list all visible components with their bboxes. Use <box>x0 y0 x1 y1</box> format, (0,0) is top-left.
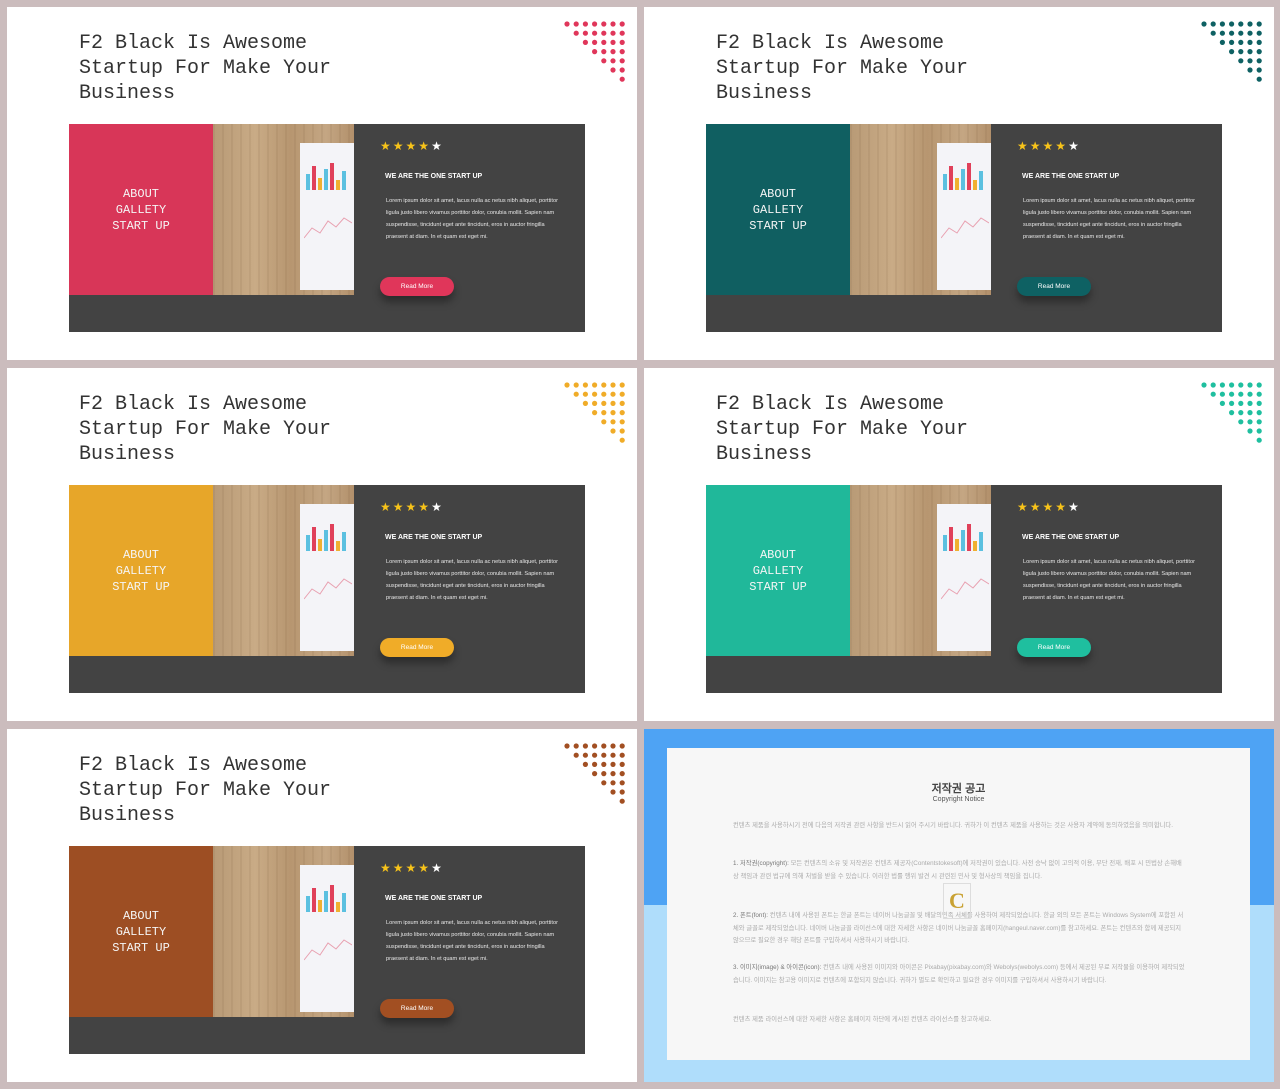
dot-pattern-decoration <box>1201 382 1262 443</box>
star-icon: ★ <box>418 861 432 875</box>
rating-stars: ★★★★★ <box>380 500 444 514</box>
panel-body: Lorem ipsum dolor sit amet, lacus nulla … <box>1023 559 1195 601</box>
chart-paper-image <box>300 504 354 651</box>
copyright-title: 저작권 공고 <box>931 783 986 795</box>
star-icon: ★ <box>380 139 393 153</box>
star-icon: ★ <box>392 861 406 875</box>
slide-title: F2 Black Is Awesome Startup For Make You… <box>716 393 969 466</box>
wood-desk-photo <box>213 124 354 295</box>
about-block: ABOUT GALLETY START UP <box>706 124 850 295</box>
copyright-footer: 컨텐츠 제품 라이선스에 대한 자세한 사항은 홈페이지 하단에 게시된 컨텐츠… <box>733 1016 992 1023</box>
copyright-slide[interactable]: 저작권 공고 Copyright Notice 컨텐츠 제품을 사용하시기 전에… <box>644 729 1274 1082</box>
rating-stars: ★★★★★ <box>380 861 444 875</box>
wood-desk-photo <box>850 124 991 295</box>
copyright-panel: 저작권 공고 Copyright Notice 컨텐츠 제품을 사용하시기 전에… <box>667 748 1250 1060</box>
rating-stars: ★★★★★ <box>1017 139 1081 153</box>
star-icon: ★ <box>1042 500 1056 514</box>
panel-heading: WE ARE THE ONE START UP <box>385 895 483 902</box>
wood-desk-photo <box>213 485 354 656</box>
panel-heading: WE ARE THE ONE START UP <box>385 173 483 180</box>
star-icon: ★ <box>1017 139 1030 153</box>
star-icon: ★ <box>1017 500 1030 514</box>
item-text: 모든 컨텐츠의 소유 및 저작권은 컨텐츠 제공자(Contentstokeso… <box>733 860 1182 880</box>
star-icon: ★ <box>431 139 444 153</box>
item-label: 2. 폰트(font): <box>733 912 769 919</box>
content-panel: ★★★★★ WE ARE THE ONE START UP Lorem ipsu… <box>354 485 585 693</box>
read-more-button[interactable]: Read More <box>380 638 454 657</box>
logo: C <box>943 883 971 919</box>
dot-pattern-decoration <box>564 743 625 804</box>
star-icon: ★ <box>392 500 406 514</box>
star-icon: ★ <box>1029 139 1043 153</box>
star-icon: ★ <box>1068 500 1081 514</box>
star-icon: ★ <box>431 861 444 875</box>
copyright-intro: 컨텐츠 제품을 사용하시기 전에 다음의 저작권 관련 사항을 반드시 읽어 주… <box>733 822 1173 829</box>
dot-pattern-decoration <box>564 21 625 82</box>
content-panel: ★★★★★ WE ARE THE ONE START UP Lorem ipsu… <box>354 124 585 332</box>
chart-paper-image <box>937 504 991 651</box>
content-panel: ★★★★★ WE ARE THE ONE START UP Lorem ipsu… <box>991 124 1222 332</box>
rating-stars: ★★★★★ <box>1017 500 1081 514</box>
read-more-button[interactable]: Read More <box>380 277 454 296</box>
about-block: ABOUT GALLETY START UP <box>706 485 850 656</box>
wood-desk-photo <box>213 846 354 1017</box>
dot-pattern-decoration <box>1201 21 1262 82</box>
item-label: 1. 저작권(copyright): <box>733 860 789 867</box>
rating-stars: ★★★★★ <box>380 139 444 153</box>
slide[interactable]: F2 Black Is Awesome Startup For Make You… <box>7 7 637 360</box>
star-icon: ★ <box>1068 139 1081 153</box>
star-icon: ★ <box>380 861 393 875</box>
wood-desk-photo <box>850 485 991 656</box>
slide[interactable]: F2 Black Is Awesome Startup For Make You… <box>644 7 1274 360</box>
star-icon: ★ <box>1029 500 1043 514</box>
copyright-item-3: 3. 이미지(image) & 아이콘(icon): 컨텐츠 내에 사용된 이미… <box>733 962 1185 987</box>
panel-body: Lorem ipsum dolor sit amet, lacus nulla … <box>386 920 558 962</box>
read-more-button[interactable]: Read More <box>380 999 454 1018</box>
star-icon: ★ <box>1055 139 1069 153</box>
copyright-item-1: 1. 저작권(copyright): 모든 컨텐츠의 소유 및 저작권은 컨텐츠… <box>733 858 1185 883</box>
star-icon: ★ <box>1042 139 1056 153</box>
panel-heading: WE ARE THE ONE START UP <box>1022 534 1120 541</box>
dot-pattern-decoration <box>564 382 625 443</box>
feature-card: ABOUT GALLETY START UP ★★★★★ WE ARE THE … <box>706 124 1222 332</box>
slide[interactable]: F2 Black Is Awesome Startup For Make You… <box>7 729 637 1082</box>
star-icon: ★ <box>1055 500 1069 514</box>
feature-card: ABOUT GALLETY START UP ★★★★★ WE ARE THE … <box>69 124 585 332</box>
chart-paper-image <box>300 143 354 290</box>
about-block: ABOUT GALLETY START UP <box>69 846 213 1017</box>
panel-body: Lorem ipsum dolor sit amet, lacus nulla … <box>386 559 558 601</box>
star-icon: ★ <box>405 500 419 514</box>
panel-body: Lorem ipsum dolor sit amet, lacus nulla … <box>1023 198 1195 240</box>
content-panel: ★★★★★ WE ARE THE ONE START UP Lorem ipsu… <box>354 846 585 1054</box>
star-icon: ★ <box>380 500 393 514</box>
feature-card: ABOUT GALLETY START UP ★★★★★ WE ARE THE … <box>69 485 585 693</box>
slide-title: F2 Black Is Awesome Startup For Make You… <box>716 32 969 105</box>
slide[interactable]: F2 Black Is Awesome Startup For Make You… <box>644 368 1274 721</box>
slide[interactable]: F2 Black Is Awesome Startup For Make You… <box>7 368 637 721</box>
read-more-button[interactable]: Read More <box>1017 277 1091 296</box>
item-label: 3. 이미지(image) & 아이콘(icon): <box>733 964 822 971</box>
copyright-subtitle: Copyright Notice <box>932 796 985 803</box>
slide-title: F2 Black Is Awesome Startup For Make You… <box>79 393 332 466</box>
feature-card: ABOUT GALLETY START UP ★★★★★ WE ARE THE … <box>69 846 585 1054</box>
chart-paper-image <box>937 143 991 290</box>
chart-paper-image <box>300 865 354 1012</box>
about-block: ABOUT GALLETY START UP <box>69 124 213 295</box>
read-more-button[interactable]: Read More <box>1017 638 1091 657</box>
feature-card: ABOUT GALLETY START UP ★★★★★ WE ARE THE … <box>706 485 1222 693</box>
star-icon: ★ <box>405 139 419 153</box>
star-icon: ★ <box>431 500 444 514</box>
panel-body: Lorem ipsum dolor sit amet, lacus nulla … <box>386 198 558 240</box>
star-icon: ★ <box>392 139 406 153</box>
panel-heading: WE ARE THE ONE START UP <box>1022 173 1120 180</box>
slide-title: F2 Black Is Awesome Startup For Make You… <box>79 754 332 827</box>
star-icon: ★ <box>418 500 432 514</box>
star-icon: ★ <box>405 861 419 875</box>
about-block: ABOUT GALLETY START UP <box>69 485 213 656</box>
star-icon: ★ <box>418 139 432 153</box>
panel-heading: WE ARE THE ONE START UP <box>385 534 483 541</box>
content-panel: ★★★★★ WE ARE THE ONE START UP Lorem ipsu… <box>991 485 1222 693</box>
slide-title: F2 Black Is Awesome Startup For Make You… <box>79 32 332 105</box>
